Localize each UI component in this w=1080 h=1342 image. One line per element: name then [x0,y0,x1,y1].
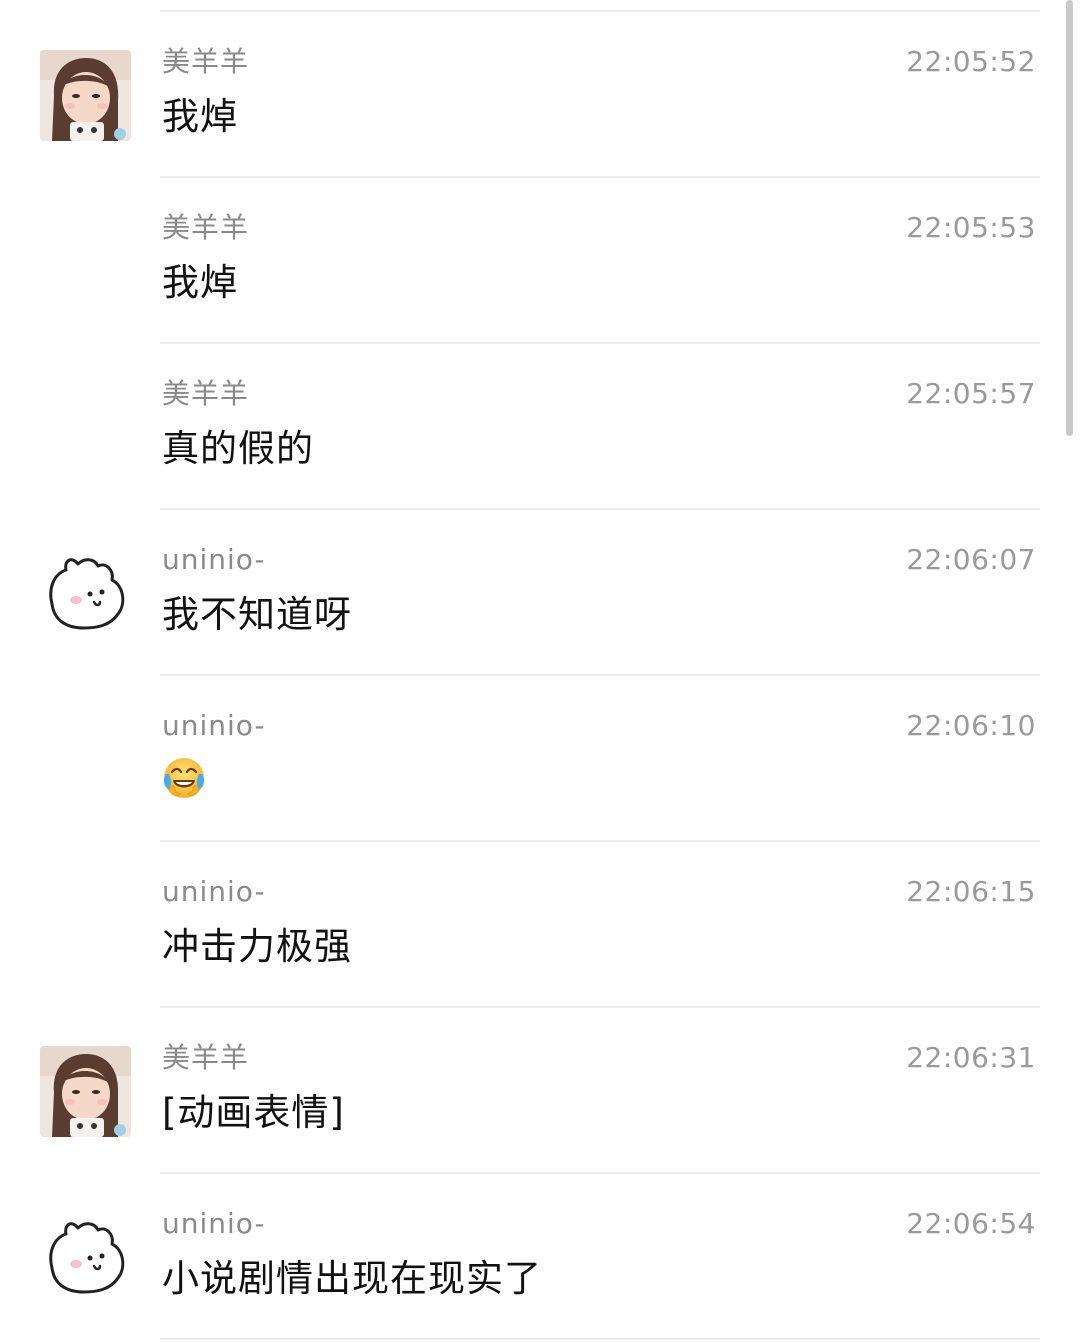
sender-name: 美羊羊 [162,377,250,410]
message-time: 22:06:10 [906,709,1036,742]
message-time: 22:05:52 [906,45,1036,78]
avatar-cartoon-bunny[interactable] [40,548,131,639]
girl-photo-icon [40,1046,131,1137]
message-item[interactable]: 美羊羊 22:06:31 [动画表情] [0,1008,1080,1174]
sender-name: 美羊羊 [162,45,250,78]
avatar-girl-photo[interactable] [40,50,131,141]
message-text[interactable]: 我焯 [162,94,238,140]
message-time: 22:06:07 [906,543,1036,576]
message-time: 22:05:53 [906,211,1036,244]
sender-name: uninio- [162,543,266,576]
message-text[interactable]: 冲击力极强 [162,924,352,970]
message-item[interactable]: uninio- 22:06:07 我不知道呀 [0,510,1080,676]
divider [160,1338,1040,1340]
message-text[interactable]: [动画表情] [162,1090,345,1136]
message-text[interactable]: 小说剧情出现在现实了 [162,1256,542,1302]
cartoon-bunny-icon [40,1212,131,1303]
message-text[interactable]: 我不知道呀 [162,592,352,638]
message-time: 22:06:54 [906,1207,1036,1240]
message-item[interactable]: uninio- 22:06:10 [0,676,1080,842]
sender-name: uninio- [162,709,266,742]
scrollbar[interactable] [1066,0,1073,436]
message-time: 22:05:57 [906,377,1036,410]
girl-photo-icon [40,50,131,141]
message-text[interactable]: 真的假的 [162,426,314,472]
sender-name: 美羊羊 [162,1041,250,1074]
message-item[interactable]: uninio- 22:06:15 冲击力极强 [0,842,1080,1008]
message-time: 22:06:15 [906,875,1036,908]
avatar-cartoon-bunny[interactable] [40,1212,131,1303]
sender-name: uninio- [162,875,266,908]
message-item[interactable]: uninio- 22:06:54 小说剧情出现在现实了 [0,1174,1080,1340]
cartoon-bunny-icon [40,548,131,639]
message-item[interactable]: 美羊羊 22:05:57 真的假的 [0,344,1080,510]
chat-message-list[interactable]: 美羊羊 22:05:52 我焯 美羊羊 22:05:53 我焯 美羊羊 22:0… [0,0,1080,1342]
message-text[interactable]: 我焯 [162,260,238,306]
message-time: 22:06:31 [906,1041,1036,1074]
message-item[interactable]: 美羊羊 22:05:52 我焯 [0,12,1080,178]
sender-name: uninio- [162,1207,266,1240]
crying-laughing-face-icon[interactable] [162,756,206,800]
message-item[interactable]: 美羊羊 22:05:53 我焯 [0,178,1080,344]
sender-name: 美羊羊 [162,211,250,244]
avatar-girl-photo[interactable] [40,1046,131,1137]
